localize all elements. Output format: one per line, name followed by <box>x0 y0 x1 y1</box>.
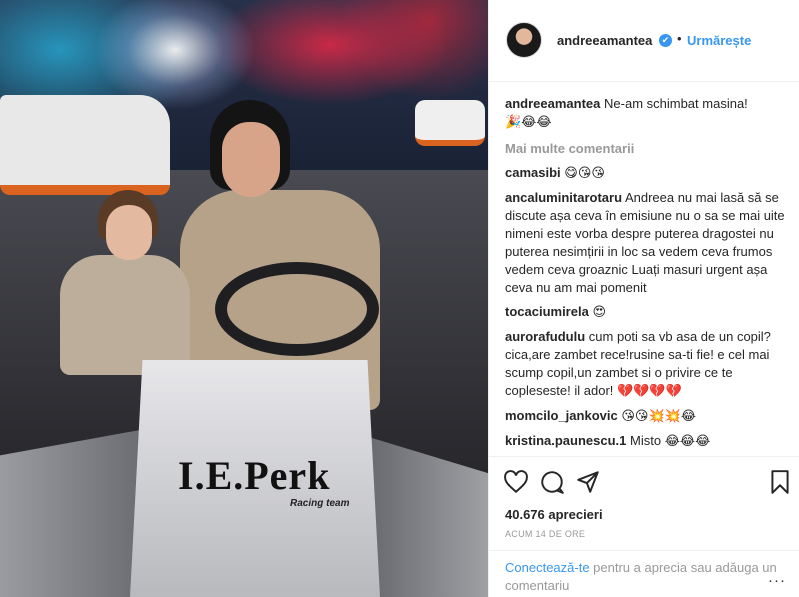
comment-username[interactable]: momcilo_jankovic <box>505 408 618 423</box>
share-icon[interactable] <box>575 469 601 495</box>
comment-item: ancaluminitarotaru Andreea nu mai lasă s… <box>505 189 790 297</box>
comment-icon[interactable] <box>539 469 565 495</box>
comment-username[interactable]: aurorafudulu <box>505 329 585 344</box>
comment-username[interactable]: ancaluminitarotaru <box>505 190 622 205</box>
heart-icon[interactable] <box>503 469 529 495</box>
more-options-icon[interactable]: ··· <box>768 572 786 589</box>
steering-wheel <box>215 262 379 356</box>
kart-tag: Racing team <box>290 498 350 509</box>
comment-item: aurorafudulu cum poti sa vb asa de un co… <box>505 328 790 401</box>
post-actions: 40.676 aprecieri ACUM 14 DE ORE Conectea… <box>489 456 799 596</box>
comment-item: camasibi 😋😘😘 <box>505 164 790 183</box>
woman-face <box>222 122 280 197</box>
separator-dot: • <box>677 31 682 46</box>
login-link[interactable]: Conectează-te <box>505 560 590 575</box>
comment-item: kristina.paunescu.1 Misto 😂😂😂 <box>505 432 790 451</box>
comment-emoji: 😂😂😂 <box>664 434 711 449</box>
background-kart <box>0 95 170 195</box>
comment-item: momcilo_jankovic 😘😘💥💥😂 <box>505 407 790 426</box>
comment-emoji: 😘😘💥💥😂 <box>621 409 697 424</box>
caption: andreeamantea Ne-am schimbat masina! 🎉😂😂 <box>505 95 790 132</box>
likes-count[interactable]: 40.676 aprecieri <box>505 507 603 522</box>
login-prompt: Conectează-te pentru a aprecia sau adăug… <box>489 550 799 595</box>
comment-username[interactable]: tocaciumirela <box>505 304 589 319</box>
child-body <box>60 255 190 375</box>
post-header: andreeamantea ✔ • Urmărește <box>489 0 799 82</box>
background-kart-right <box>415 100 485 146</box>
more-comments-link[interactable]: Mai multe comentarii <box>505 140 790 158</box>
header-username[interactable]: andreeamantea <box>557 33 652 48</box>
comment-text: Misto <box>630 433 662 448</box>
comment-emoji: 😋😘😘 <box>564 166 605 181</box>
comment-username[interactable]: kristina.paunescu.1 <box>505 433 626 448</box>
post-side-panel: andreeamantea ✔ • Urmărește andreeamante… <box>488 0 799 597</box>
post-photo[interactable]: I.E.Perk Racing team <box>0 0 488 597</box>
comment-emoji: 😍 <box>592 305 607 320</box>
comment-text: Ne-am schimbat masina! <box>604 96 748 111</box>
instagram-post: I.E.Perk Racing team andreeamantea ✔ • U… <box>0 0 799 597</box>
bookmark-icon[interactable] <box>767 469 793 495</box>
comment-username[interactable]: andreeamantea <box>505 96 600 111</box>
comment-item: tocaciumirela 😍 <box>505 303 790 322</box>
post-timestamp: ACUM 14 DE ORE <box>505 529 586 539</box>
child-face <box>106 205 152 260</box>
verified-icon: ✔ <box>659 34 672 47</box>
comment-emoji: 🎉😂😂 <box>505 115 552 130</box>
kart-logo: I.E.Perk <box>178 453 331 498</box>
follow-button[interactable]: Urmărește <box>687 33 751 48</box>
avatar[interactable] <box>506 22 542 58</box>
comment-username[interactable]: camasibi <box>505 165 561 180</box>
comment-text: Andreea nu mai lasă să se discute așa ce… <box>505 190 785 295</box>
comments-list: andreeamantea Ne-am schimbat masina! 🎉😂😂… <box>505 95 790 457</box>
comment-emoji: 💔💔💔💔 <box>617 384 682 399</box>
